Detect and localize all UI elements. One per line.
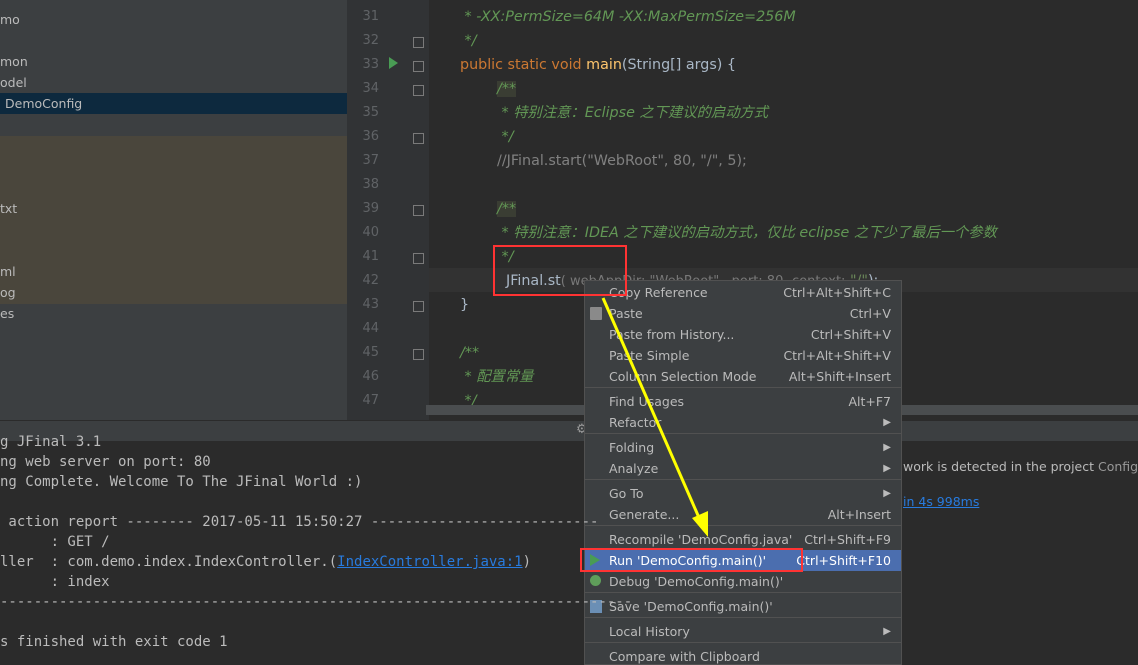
console-line: ller : com.demo.index.IndexController.(I…	[0, 552, 531, 572]
source-link[interactable]: IndexController.java:1	[337, 554, 522, 570]
console-line: action report -------- 2017-05-11 15:50:…	[0, 512, 598, 532]
arrow-line	[601, 297, 702, 521]
console-line: g JFinal 3.1	[0, 432, 101, 452]
console-text: ng web server on port: 80	[0, 454, 211, 470]
console-text: : GET /	[0, 534, 110, 550]
console-text: s finished with exit code 1	[0, 634, 228, 650]
console-text: : index	[0, 574, 110, 590]
console-line: s finished with exit code 1	[0, 632, 228, 652]
console-text: ller : com.demo.index.IndexController.(	[0, 554, 338, 570]
console-line: : GET /	[0, 532, 110, 552]
console-line: ----------------------------------------…	[0, 592, 632, 612]
console-text: ng Complete. Welcome To The JFinal World…	[0, 474, 363, 490]
console-text: )	[522, 554, 532, 570]
arrow-head	[692, 511, 708, 537]
console-line: ng web server on port: 80	[0, 452, 211, 472]
console-text: ----------------------------------------…	[0, 594, 633, 610]
console-text: action report -------- 2017-05-11 15:50:…	[0, 514, 599, 530]
console-line: ng Complete. Welcome To The JFinal World…	[0, 472, 362, 492]
console-text: g JFinal 3.1	[0, 434, 102, 450]
console-line: : index	[0, 572, 110, 592]
